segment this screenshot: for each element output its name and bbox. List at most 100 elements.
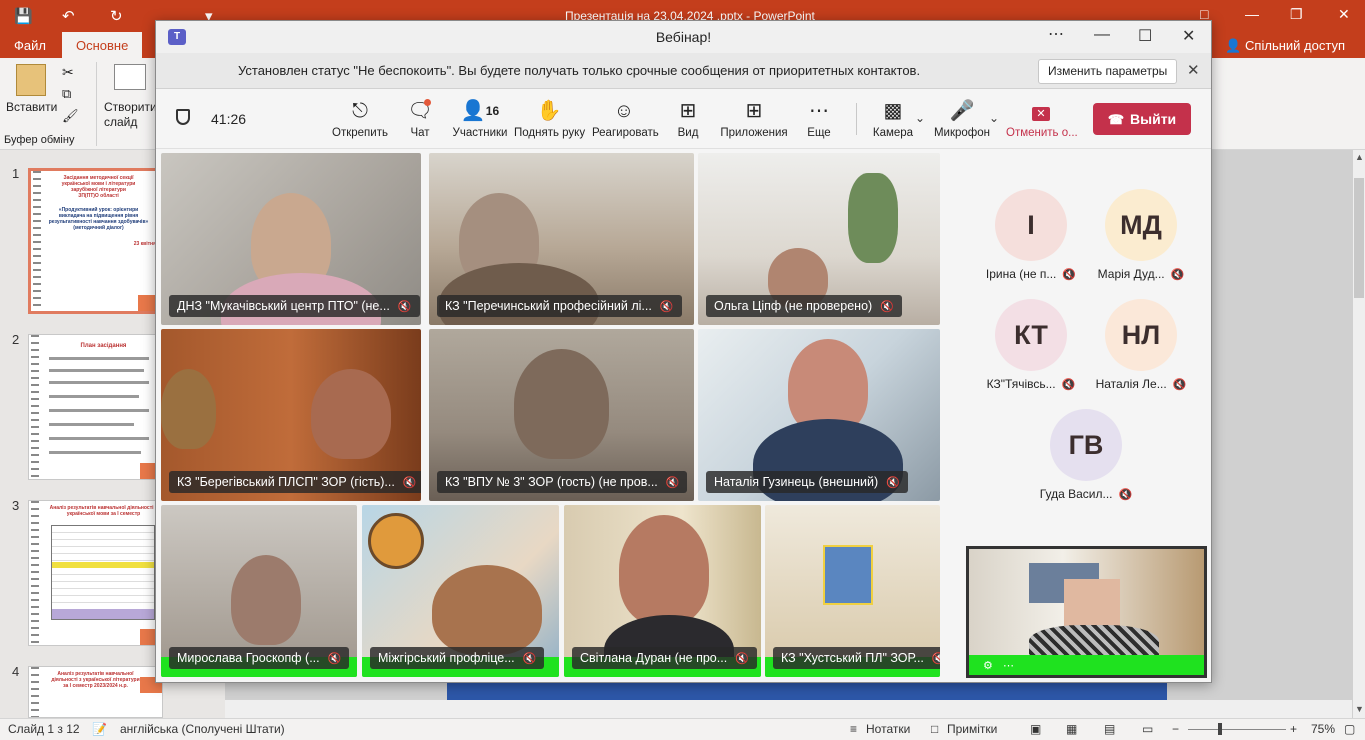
notes-icon: ≡ bbox=[850, 722, 858, 736]
zoom-level[interactable]: 75% bbox=[1311, 722, 1335, 736]
participant-avatar[interactable]: МД Марія Дуд... 🔇 bbox=[1086, 189, 1196, 281]
language-indicator[interactable]: англійська (Сполучені Штати) bbox=[120, 722, 285, 736]
participant-name-text: КЗ "Перечинський професійний лі... bbox=[445, 299, 652, 313]
text-line bbox=[49, 369, 144, 372]
slide-thumbnail-1[interactable]: Засідання методичної секції української … bbox=[28, 168, 163, 314]
scroll-up-icon[interactable]: ▲ bbox=[1355, 152, 1364, 162]
leave-button[interactable]: ☎ Выйти bbox=[1093, 103, 1191, 135]
minimize-icon[interactable]: — bbox=[1094, 26, 1110, 44]
apps-button[interactable]: ⊞ Приложения bbox=[720, 99, 788, 139]
close-banner-icon[interactable]: ✕ bbox=[1187, 61, 1200, 79]
reading-view-icon[interactable]: ▤ bbox=[1104, 722, 1115, 736]
camera-settings-icon[interactable]: ⚙ bbox=[983, 659, 993, 672]
video-tile[interactable]: Міжгірський профліце... 🔇 bbox=[362, 505, 559, 677]
video-tile[interactable]: КЗ "ВПУ № 3" ЗОР (гость) (не пров... 🔇 bbox=[429, 329, 694, 501]
raise-hand-button[interactable]: ✋ Поднять руку bbox=[514, 99, 585, 139]
zoom-slider[interactable] bbox=[1188, 729, 1286, 730]
participant-name: КЗ "Берегівський ПЛСП" ЗОР (гість)... 🔇 bbox=[169, 471, 421, 493]
avatar: НЛ bbox=[1105, 299, 1177, 371]
tab-home[interactable]: Основне bbox=[62, 32, 143, 58]
participant-avatar[interactable]: КТ КЗ"Тячівсь... 🔇 bbox=[976, 299, 1086, 391]
person-icon: 👤 bbox=[1225, 38, 1246, 53]
unpin-button[interactable]: ⎋ Открепить bbox=[331, 99, 389, 139]
paste-button[interactable]: Вставити bbox=[6, 100, 57, 114]
scroll-thumb[interactable] bbox=[1354, 178, 1364, 298]
zoom-out-icon[interactable]: − bbox=[1172, 722, 1179, 736]
notes-button[interactable]: Нотатки bbox=[866, 722, 910, 736]
close-icon[interactable]: ✕ bbox=[1338, 6, 1350, 23]
chat-button[interactable]: 🗨 Чат bbox=[404, 99, 436, 139]
change-settings-button[interactable]: Изменить параметры bbox=[1038, 59, 1178, 84]
view-button[interactable]: ⊞ Вид bbox=[673, 99, 703, 139]
redo-icon[interactable]: ↻ bbox=[110, 7, 123, 25]
spellcheck-icon[interactable]: 📝 bbox=[92, 722, 107, 736]
current-slide[interactable] bbox=[447, 680, 1167, 700]
new-slide-button[interactable]: Створити слайд bbox=[104, 100, 158, 130]
more-options-icon[interactable]: ⋯ bbox=[1003, 659, 1014, 672]
horizontal-scrollbar[interactable] bbox=[225, 700, 1352, 718]
more-button[interactable]: ⋯ Еще bbox=[804, 99, 834, 139]
participants-count: 16 bbox=[485, 104, 500, 118]
share-button[interactable]: 👤 Спільний доступ bbox=[1225, 38, 1345, 54]
tab-file[interactable]: Файл bbox=[14, 38, 46, 53]
camera-button[interactable]: ▩ Камера bbox=[870, 99, 916, 139]
comments-button[interactable]: Примітки bbox=[947, 722, 997, 736]
participant-avatar[interactable]: ГВ Гуда Васил... 🔇 bbox=[1031, 409, 1141, 501]
participant-avatar[interactable]: НЛ Наталія Ле... 🔇 bbox=[1086, 299, 1196, 391]
meeting-toolbar: 41:26 ⎋ Открепить 🗨 Чат 👤16 Участники ✋ … bbox=[156, 89, 1211, 149]
format-painter-icon[interactable]: 🖌 bbox=[62, 108, 79, 124]
maximize-icon[interactable]: ☐ bbox=[1138, 26, 1152, 46]
slide-thumbnail-4[interactable]: Аналіз результатів навчальної діяльності… bbox=[28, 666, 163, 718]
slide-number: 3 bbox=[12, 498, 20, 513]
restore-icon[interactable]: ❐ bbox=[1290, 6, 1303, 23]
copy-icon[interactable]: ⧉ bbox=[62, 86, 71, 102]
video-tile[interactable]: Мирослава Гроскопф (... 🔇 bbox=[161, 505, 357, 677]
cancel-button[interactable]: ✕ Отменить о... bbox=[1006, 99, 1078, 139]
participant-name-text: Світлана Дуран (не про... bbox=[580, 651, 728, 665]
mic-off-icon: 🔇 bbox=[522, 653, 537, 665]
video-tile[interactable]: КЗ "Хустський ПЛ" ЗОР... 🔇 bbox=[765, 505, 940, 677]
meeting-timer: 41:26 bbox=[211, 111, 247, 127]
new-slide-icon[interactable] bbox=[114, 64, 146, 90]
slideshow-icon[interactable]: ▭ bbox=[1142, 722, 1153, 736]
leave-label: Выйти bbox=[1130, 110, 1177, 127]
video-tile[interactable]: КЗ "Берегівський ПЛСП" ЗОР (гість)... 🔇 bbox=[161, 329, 421, 501]
video-tile[interactable]: ДНЗ "Мукачівський центр ПТО" (не... 🔇 bbox=[161, 153, 421, 325]
more-options-icon[interactable]: ⋯ bbox=[1048, 24, 1064, 44]
camera-options-chevron-icon[interactable]: ⌄ bbox=[915, 111, 925, 125]
close-icon[interactable]: ✕ bbox=[1182, 26, 1195, 46]
save-icon[interactable]: 💾 bbox=[14, 7, 33, 25]
slide-thumbnail-3[interactable]: Аналіз результатів навчальної діяльності… bbox=[28, 500, 163, 646]
cancel-icon: ✕ bbox=[1006, 99, 1076, 123]
video-tile[interactable]: Світлана Дуран (не про... 🔇 bbox=[564, 505, 761, 677]
undo-icon[interactable]: ↶ bbox=[62, 7, 75, 25]
minimize-icon[interactable]: — bbox=[1245, 6, 1259, 22]
fit-slide-icon[interactable]: ▢ bbox=[1344, 722, 1355, 736]
video-tile[interactable]: Наталія Гузинець (внешний) 🔇 bbox=[698, 329, 940, 501]
participants-button[interactable]: 👤16 Участники bbox=[451, 99, 509, 139]
slide-thumbnail-2[interactable]: План засідання bbox=[28, 334, 163, 480]
video-tile[interactable]: Ольга Ціпф (не проверено) 🔇 bbox=[698, 153, 940, 325]
self-view[interactable]: ⚙ ⋯ bbox=[966, 546, 1207, 678]
mic-off-icon: 🔇 bbox=[1061, 379, 1076, 391]
video-tile[interactable]: КЗ "Перечинський професійний лі... 🔇 bbox=[429, 153, 694, 325]
participant-avatar[interactable]: І Ірина (не п... 🔇 bbox=[976, 189, 1086, 281]
react-button[interactable]: ☺ Реагировать bbox=[592, 99, 659, 139]
normal-view-icon[interactable]: ▣ bbox=[1030, 722, 1041, 736]
microphone-button[interactable]: 🎤 Микрофон bbox=[932, 99, 992, 139]
zoom-in-icon[interactable]: + bbox=[1290, 722, 1297, 736]
scroll-down-icon[interactable]: ▼ bbox=[1355, 704, 1364, 714]
mic-options-chevron-icon[interactable]: ⌄ bbox=[989, 111, 999, 125]
slide-sorter-icon[interactable]: ▦ bbox=[1066, 722, 1077, 736]
paste-icon[interactable] bbox=[16, 64, 46, 96]
participant-name: Міжгірський профліце... 🔇 bbox=[370, 647, 545, 669]
mic-off-icon: 🔇 bbox=[327, 653, 342, 665]
vertical-scrollbar[interactable]: ▲ ▼ bbox=[1352, 150, 1365, 718]
slide-number: 4 bbox=[12, 664, 20, 679]
zoom-slider-thumb[interactable] bbox=[1218, 723, 1222, 735]
participant-name: КЗ "ВПУ № 3" ЗОР (гость) (не пров... 🔇 bbox=[437, 471, 688, 493]
unpin-label: Открепить bbox=[332, 127, 388, 139]
participant-figure bbox=[514, 349, 609, 459]
avatar-name: Наталія Ле... 🔇 bbox=[1086, 377, 1196, 391]
cut-icon[interactable]: ✂ bbox=[62, 64, 74, 81]
